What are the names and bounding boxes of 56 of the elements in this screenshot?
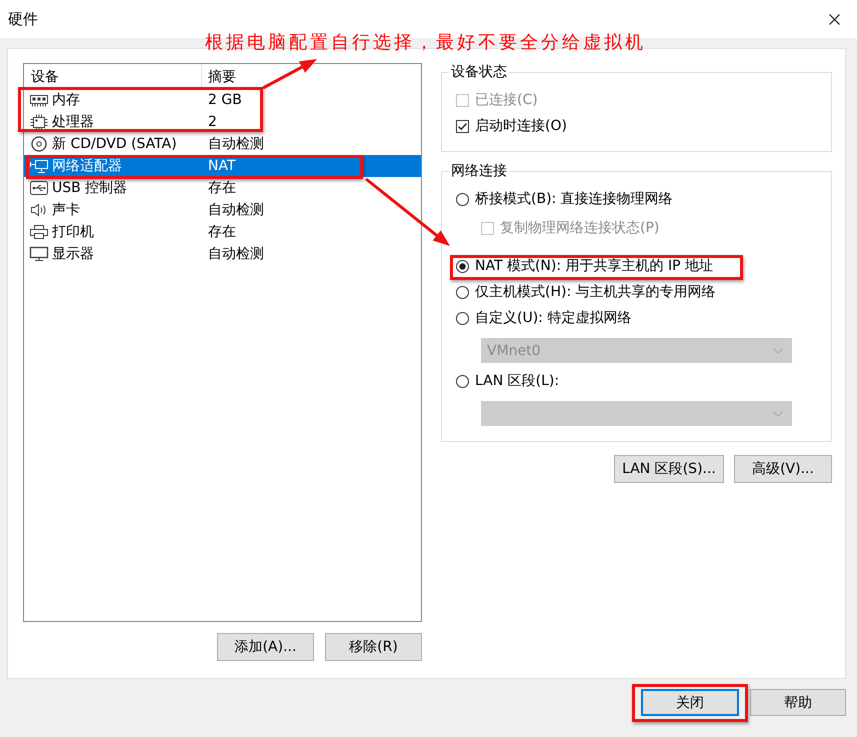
device-summary: 2 (208, 114, 217, 130)
device-summary: 自动检测 (208, 201, 264, 219)
chevron-down-icon (773, 410, 783, 416)
device-name: USB 控制器 (52, 179, 128, 197)
printer-icon (29, 224, 49, 240)
advanced-button[interactable]: 高级(V)... (734, 455, 832, 483)
device-row[interactable]: 处理器 2 (24, 111, 421, 133)
close-dialog-button[interactable]: 关闭 (641, 689, 739, 716)
device-summary: NAT (208, 158, 236, 174)
usb-icon (29, 180, 49, 196)
radio-label[interactable]: NAT 模式(N): 用于共享主机的 IP 地址 (475, 257, 713, 275)
device-name: 处理器 (52, 113, 94, 131)
device-name: 声卡 (52, 201, 80, 219)
close-icon (828, 14, 840, 24)
remove-button[interactable]: 移除(R) (325, 633, 422, 661)
help-button[interactable]: 帮助 (750, 689, 846, 716)
device-row[interactable]: 显示器 自动检测 (24, 243, 421, 265)
device-row[interactable]: 新 CD/DVD (SATA) 自动检测 (24, 133, 421, 155)
device-summary: 自动检测 (208, 245, 264, 263)
radio-label[interactable]: LAN 区段(L): (475, 372, 560, 390)
device-row[interactable]: USB 控制器 存在 (24, 177, 421, 199)
group-title: 设备状态 (450, 63, 508, 81)
chip-icon (29, 114, 49, 130)
device-name: 网络适配器 (52, 157, 122, 175)
device-name: 内存 (52, 91, 80, 109)
annotation-text: 根据电脑配置自行选择，最好不要全分给虚拟机 (205, 32, 646, 54)
checkbox[interactable] (456, 120, 469, 132)
chevron-down-icon (773, 348, 783, 354)
device-summary: 存在 (208, 179, 236, 197)
monitor-icon (29, 246, 49, 262)
radio-label[interactable]: 仅主机模式(H): 与主机共享的专用网络 (475, 283, 716, 301)
disc-icon (29, 136, 49, 152)
radio-button[interactable] (456, 374, 469, 388)
memory-module-icon (29, 92, 49, 108)
device-summary: 存在 (208, 223, 236, 241)
device-name: 打印机 (52, 223, 94, 241)
checkbox-label[interactable]: 启动时连接(O) (475, 117, 567, 135)
device-name: 显示器 (52, 245, 94, 263)
network-monitor-icon (29, 158, 49, 174)
device-summary: 2 GB (208, 92, 242, 108)
radio-label[interactable]: 自定义(U): 特定虚拟网络 (475, 309, 632, 327)
window-title: 硬件 (7, 10, 38, 28)
device-summary: 自动检测 (208, 135, 264, 153)
device-name: 新 CD/DVD (SATA) (52, 135, 177, 153)
device-row[interactable]: 声卡 自动检测 (24, 199, 421, 221)
group-title: 网络连接 (450, 162, 508, 180)
add-button[interactable]: 添加(A)... (217, 633, 314, 661)
radio-label[interactable]: 桥接模式(B): 直接连接物理网络 (475, 190, 673, 208)
radio-button[interactable] (456, 260, 469, 272)
radio-button[interactable] (456, 312, 469, 324)
device-row[interactable]: 内存 2 GB (24, 89, 421, 111)
radio-button[interactable] (456, 286, 469, 298)
radio-button[interactable] (456, 192, 469, 206)
lan-segments-button[interactable]: LAN 区段(S)... (614, 455, 724, 483)
device-row[interactable]: 打印机 存在 (24, 221, 421, 243)
column-header[interactable]: 设备 (24, 64, 201, 89)
